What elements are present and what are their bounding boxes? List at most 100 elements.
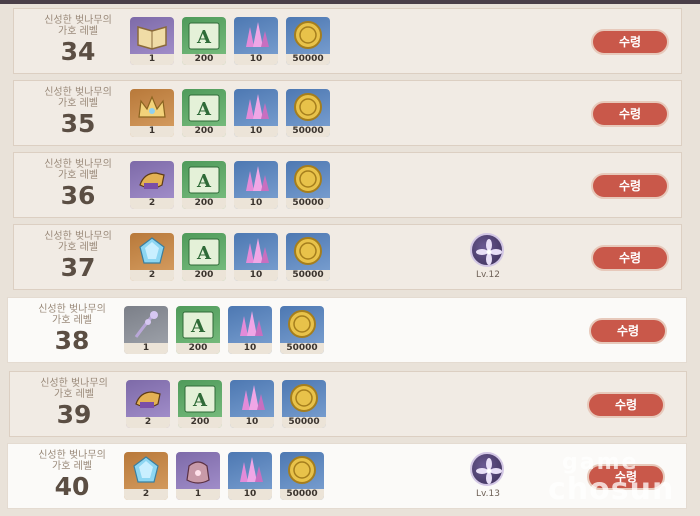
level-number: 35 bbox=[60, 109, 96, 138]
claim-button[interactable]: 수령 bbox=[587, 392, 665, 418]
level-title: 신성한 벚나무의 가호 레벨 bbox=[40, 378, 108, 400]
gem-icon bbox=[124, 452, 168, 489]
reward-quantity: 10 bbox=[230, 417, 274, 428]
exp-ticket-icon: A bbox=[178, 380, 222, 417]
reward-item-gauntlet[interactable]: 2 bbox=[130, 161, 174, 209]
reward-quantity: 1 bbox=[176, 489, 220, 500]
reward-quantity: 50000 bbox=[286, 270, 330, 281]
gauntlet-icon bbox=[126, 380, 170, 417]
crystal-icon bbox=[230, 380, 274, 417]
reward-item-exp-ticket[interactable]: A 200 bbox=[182, 17, 226, 65]
reward-item-exp-ticket[interactable]: A 200 bbox=[182, 89, 226, 137]
reward-item-gauntlet[interactable]: 2 bbox=[126, 380, 170, 428]
mora-coin-icon bbox=[282, 380, 326, 417]
crystal-icon bbox=[234, 233, 278, 270]
level-number: 37 bbox=[60, 253, 96, 282]
reward-row-level-36: 신성한 벚나무의 가호 레벨 36 2 A 200 10 50000 수령 bbox=[13, 152, 682, 218]
level-number: 36 bbox=[60, 181, 96, 210]
level-title: 신성한 벚나무의 가호 레벨 bbox=[44, 15, 112, 37]
level-number: 34 bbox=[60, 37, 96, 66]
crystal-icon bbox=[234, 17, 278, 54]
badge-level-label: Lv.12 bbox=[476, 270, 500, 280]
watermark-line-2: chosun bbox=[548, 472, 675, 507]
level-number: 40 bbox=[54, 472, 90, 501]
reward-item-exp-ticket[interactable]: A 200 bbox=[178, 380, 222, 428]
exp-ticket-icon: A bbox=[182, 89, 226, 126]
reward-item-mora-coin[interactable]: 50000 bbox=[286, 233, 330, 281]
reward-item-crystal[interactable]: 10 bbox=[234, 89, 278, 137]
badge-level-label: Lv.13 bbox=[476, 489, 500, 499]
reward-quantity: 50000 bbox=[286, 54, 330, 65]
exp-ticket-icon: A bbox=[182, 17, 226, 54]
reward-item-exp-ticket[interactable]: A 200 bbox=[182, 161, 226, 209]
exp-ticket-icon: A bbox=[182, 161, 226, 198]
crystal-icon bbox=[234, 89, 278, 126]
milestone-badge[interactable]: Lv.13 bbox=[468, 452, 508, 502]
reward-item-branch[interactable]: 1 bbox=[124, 306, 168, 354]
svg-text:A: A bbox=[196, 99, 212, 120]
reward-item-mora-coin[interactable]: 50000 bbox=[286, 161, 330, 209]
reward-item-mora-coin[interactable]: 50000 bbox=[286, 89, 330, 137]
reward-quantity: 1 bbox=[130, 54, 174, 65]
reward-item-mora-coin[interactable]: 50000 bbox=[280, 452, 324, 500]
exp-ticket-icon: A bbox=[176, 306, 220, 343]
reward-row-level-38: 신성한 벚나무의 가호 레벨 38 1 A 200 10 50000 수령 bbox=[7, 297, 687, 363]
reward-item-crystal[interactable]: 10 bbox=[230, 380, 274, 428]
reward-quantity: 10 bbox=[228, 343, 272, 354]
branch-icon bbox=[124, 306, 168, 343]
crystal-icon bbox=[228, 306, 272, 343]
level-title: 신성한 벚나무의 가호 레벨 bbox=[44, 159, 112, 181]
reward-item-pouch[interactable]: 1 bbox=[176, 452, 220, 500]
crown-icon bbox=[130, 89, 174, 126]
milestone-badge[interactable]: Lv.12 bbox=[468, 233, 508, 283]
reward-quantity: 50000 bbox=[286, 198, 330, 209]
reward-item-exp-ticket[interactable]: A 200 bbox=[176, 306, 220, 354]
reward-quantity: 10 bbox=[234, 198, 278, 209]
gem-icon bbox=[130, 233, 174, 270]
reward-quantity: 50000 bbox=[280, 489, 324, 500]
mora-coin-icon bbox=[286, 233, 330, 270]
reward-quantity: 200 bbox=[178, 417, 222, 428]
reward-item-mora-coin[interactable]: 50000 bbox=[286, 17, 330, 65]
watermark-logo: game chosun bbox=[548, 450, 698, 510]
level-title: 신성한 벚나무의 가호 레벨 bbox=[44, 87, 112, 109]
reward-quantity: 2 bbox=[130, 270, 174, 281]
reward-item-crystal[interactable]: 10 bbox=[228, 306, 272, 354]
claim-button[interactable]: 수령 bbox=[591, 173, 669, 199]
reward-item-gem[interactable]: 2 bbox=[124, 452, 168, 500]
reward-item-mora-coin[interactable]: 50000 bbox=[280, 306, 324, 354]
reward-item-mora-coin[interactable]: 50000 bbox=[282, 380, 326, 428]
claim-button[interactable]: 수령 bbox=[591, 245, 669, 271]
reward-quantity: 200 bbox=[182, 270, 226, 281]
reward-quantity: 50000 bbox=[286, 126, 330, 137]
pouch-icon bbox=[176, 452, 220, 489]
svg-text:A: A bbox=[192, 390, 208, 411]
reward-item-crystal[interactable]: 10 bbox=[228, 452, 272, 500]
book-icon bbox=[130, 17, 174, 54]
claim-button[interactable]: 수령 bbox=[591, 29, 669, 55]
level-title: 신성한 벚나무의 가호 레벨 bbox=[38, 450, 106, 472]
reward-quantity: 10 bbox=[234, 126, 278, 137]
reward-item-crown[interactable]: 1 bbox=[130, 89, 174, 137]
sakura-emblem-icon bbox=[470, 233, 504, 267]
claim-button[interactable]: 수령 bbox=[591, 101, 669, 127]
reward-quantity: 10 bbox=[234, 54, 278, 65]
mora-coin-icon bbox=[286, 17, 330, 54]
mora-coin-icon bbox=[280, 452, 324, 489]
reward-item-book[interactable]: 1 bbox=[130, 17, 174, 65]
reward-list: 신성한 벚나무의 가호 레벨 34 1 A 200 10 50000 수령 신성한 벚나무의 가… bbox=[0, 0, 700, 516]
reward-quantity: 2 bbox=[124, 489, 168, 500]
reward-quantity: 200 bbox=[182, 198, 226, 209]
level-title: 신성한 벚나무의 가호 레벨 bbox=[44, 231, 112, 253]
reward-item-gem[interactable]: 2 bbox=[130, 233, 174, 281]
reward-item-crystal[interactable]: 10 bbox=[234, 17, 278, 65]
claim-button[interactable]: 수령 bbox=[589, 318, 667, 344]
crystal-icon bbox=[228, 452, 272, 489]
reward-item-exp-ticket[interactable]: A 200 bbox=[182, 233, 226, 281]
reward-row-level-35: 신성한 벚나무의 가호 레벨 35 1 A 200 10 50000 수령 bbox=[13, 80, 682, 146]
reward-item-crystal[interactable]: 10 bbox=[234, 233, 278, 281]
reward-item-crystal[interactable]: 10 bbox=[234, 161, 278, 209]
reward-quantity: 200 bbox=[182, 54, 226, 65]
reward-quantity: 50000 bbox=[280, 343, 324, 354]
reward-row-level-39: 신성한 벚나무의 가호 레벨 39 2 A 200 10 50000 수령 bbox=[9, 371, 687, 437]
